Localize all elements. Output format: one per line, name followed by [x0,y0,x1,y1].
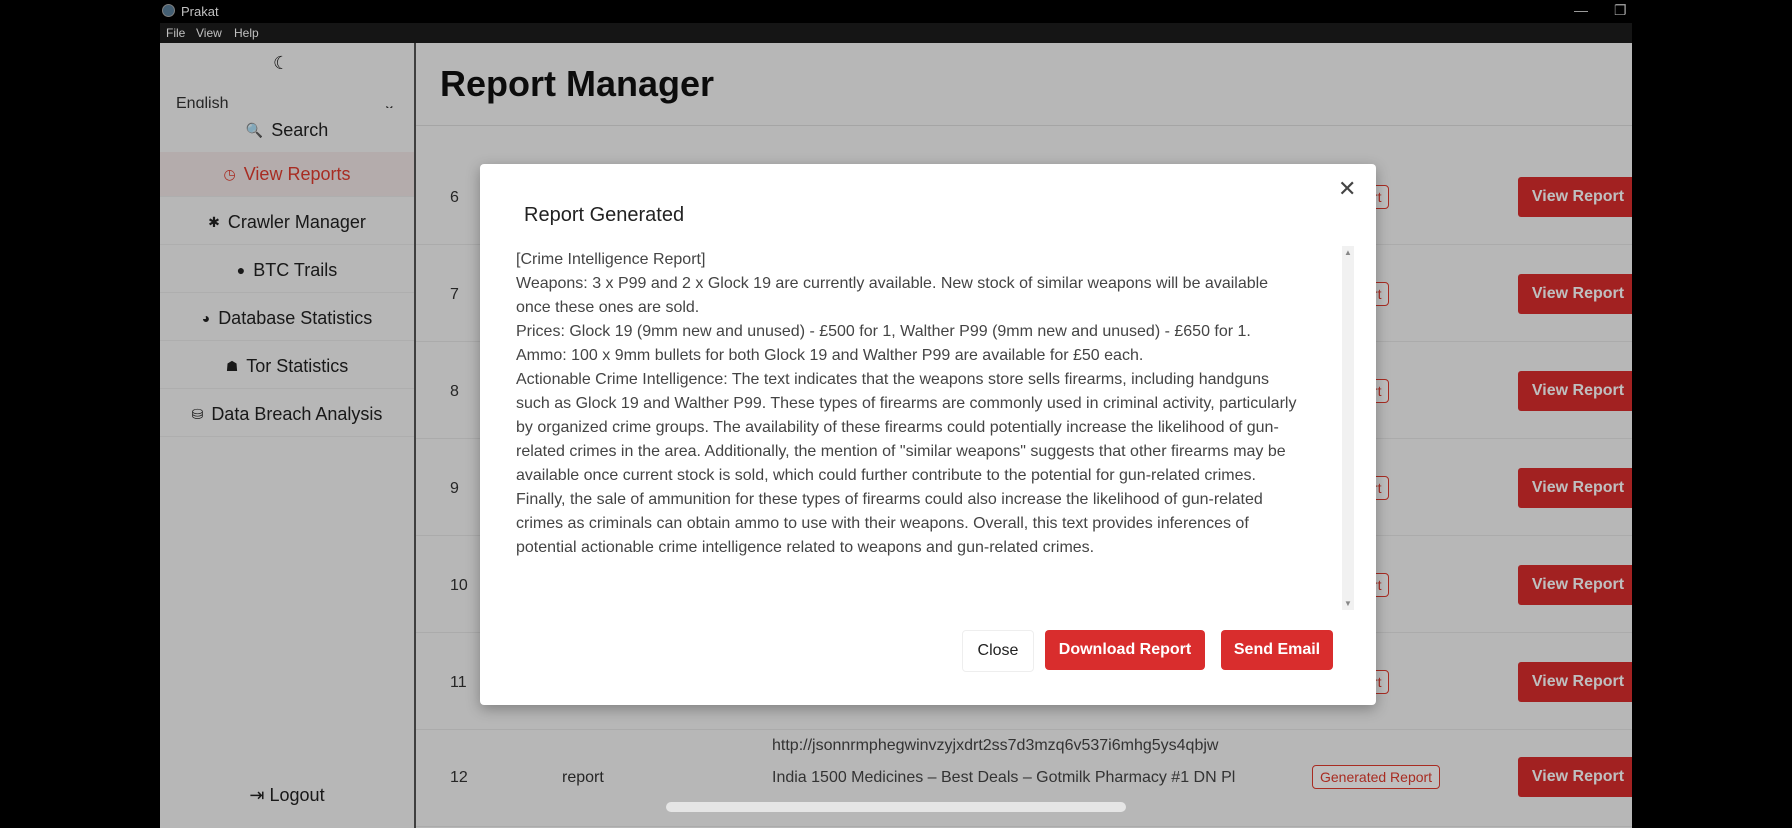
report-weapons: Weapons: 3 x P99 and 2 x Glock 19 are cu… [516,275,1269,316]
home-indicator [666,802,1126,812]
modal-scrollbar[interactable]: ▲ ▼ [1342,246,1354,610]
report-content: [Crime Intelligence Report] Weapons: 3 x… [516,248,1298,560]
close-icon[interactable]: ✕ [1338,176,1356,202]
scroll-down-icon[interactable]: ▼ [1344,599,1352,608]
report-heading: [Crime Intelligence Report] [516,251,706,268]
report-intelligence: Actionable Crime Intelligence: The text … [516,371,1297,556]
report-modal: Report Generated ✕ [Crime Intelligence R… [480,164,1376,705]
scroll-up-icon[interactable]: ▲ [1344,248,1352,257]
close-button[interactable]: Close [962,630,1034,672]
send-email-button[interactable]: Send Email [1221,630,1333,670]
modal-title: Report Generated [524,204,685,226]
report-prices: Prices: Glock 19 (9mm new and unused) - … [516,323,1251,364]
download-report-button[interactable]: Download Report [1045,630,1205,670]
